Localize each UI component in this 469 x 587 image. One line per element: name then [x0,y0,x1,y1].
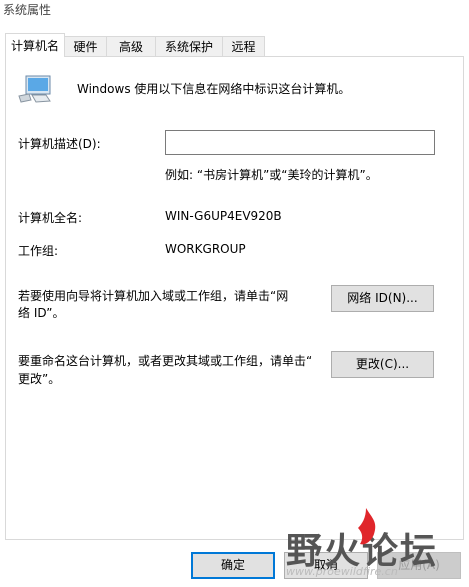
tab-system-protection[interactable]: 系统保护 [155,36,223,56]
watermark-url: www.proewildfire.cn [286,565,398,578]
tab-advanced[interactable]: 高级 [106,36,156,56]
window-title: 系统属性 [3,3,52,17]
workgroup-value: WORKGROUP [165,242,246,256]
change-button[interactable]: 更改(C)... [331,351,434,378]
network-id-button-label: 网络 ID(N)... [347,291,418,305]
description-example: 例如: “书房计算机”或“美玲的计算机”。 [165,168,378,182]
full-name-value: WIN-G6UP4EV920B [165,209,282,223]
network-id-button[interactable]: 网络 ID(N)... [331,285,434,312]
rename-text-2: 更改”。 [18,372,61,386]
workgroup-label: 工作组: [18,244,59,258]
header-description: Windows 使用以下信息在网络中标识这台计算机。 [77,82,351,96]
tab-label: 高级 [118,40,143,54]
ok-button-label: 确定 [220,558,245,572]
close-button[interactable] [439,0,469,20]
full-name-label: 计算机全名: [18,211,83,225]
flame-logo-icon [358,508,376,545]
computer-description-input[interactable] [165,130,435,155]
tab-label: 计算机名 [10,39,59,53]
watermark-url-text: www.proewildfire.cn [286,565,398,578]
network-id-text-1: 若要使用向导将计算机加入域或工作组，请单击“网 [18,289,289,303]
ok-button[interactable]: 确定 [191,552,275,579]
description-label: 计算机描述(D): [18,137,101,151]
tab-label: 系统保护 [164,40,213,54]
computer-icon [18,75,51,103]
tab-label: 硬件 [73,40,98,54]
tab-label: 远程 [231,40,256,54]
tab-remote[interactable]: 远程 [222,36,265,56]
change-button-label: 更改(C)... [355,357,410,371]
rename-text-1: 要重命名这台计算机，或者更改其域或工作组，请单击“ [18,354,313,368]
network-id-text-2: 络 ID”。 [18,306,65,320]
tab-computer-name[interactable]: 计算机名 [5,33,65,57]
title-bar: 系统属性 [0,0,469,30]
tab-hardware[interactable]: 硬件 [64,36,107,56]
